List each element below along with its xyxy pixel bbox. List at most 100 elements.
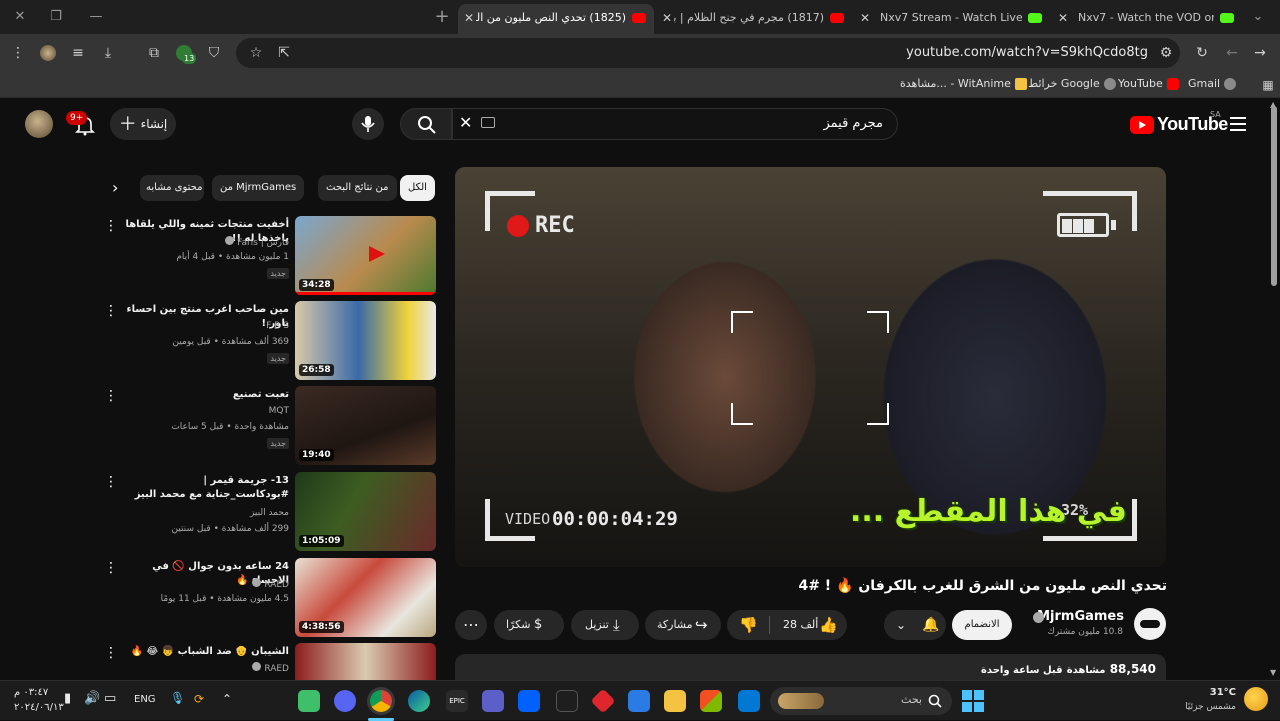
network-icon[interactable]: ▭ [104, 691, 116, 706]
weather-temp[interactable]: 31°C [1210, 687, 1236, 698]
discord-icon[interactable] [334, 690, 356, 712]
thumbs-up-icon[interactable]: 👍 [819, 610, 838, 640]
chip-similar[interactable]: محتوى مشابه [140, 175, 204, 201]
tab-active[interactable]: ✕ (1825) تحدي النص مليون من الشرق [458, 4, 654, 34]
epic-games-icon[interactable]: EPIC [446, 690, 468, 712]
tab-item[interactable]: ✕ Nxv7 - Watch the VOD on Kick [1052, 4, 1242, 34]
chips-next-chevron-icon[interactable]: › [112, 178, 118, 197]
url-text[interactable]: youtube.com/watch?v=S9khQcdo8tg [906, 45, 1148, 60]
app-icon[interactable] [482, 690, 504, 712]
forward-icon[interactable]: ← [1222, 43, 1242, 63]
chip-from-channel[interactable]: من MjrmGames [212, 175, 305, 201]
battery-icon[interactable]: ▮ [64, 691, 71, 706]
clear-search-icon[interactable]: ✕ [459, 113, 472, 132]
video-title[interactable]: 13- جريمة قيمر | #بودكاست_جناية مع محمد … [119, 474, 289, 502]
tab-close-icon[interactable]: ✕ [1058, 4, 1068, 32]
scroll-down-icon[interactable]: ▼ [1270, 668, 1276, 677]
file-explorer-icon[interactable] [664, 690, 686, 712]
back-icon[interactable]: → [1250, 43, 1270, 63]
video-thumbnail[interactable]: 34:28 [295, 216, 436, 295]
address-bar[interactable]: ☆ ⇱ youtube.com/watch?v=S9khQcdo8tg ⚙ [236, 38, 1180, 68]
app-icon[interactable] [298, 690, 320, 712]
chip-from-search[interactable]: من نتائج البحث [318, 175, 397, 201]
tab-close-icon[interactable]: ✕ [860, 4, 870, 32]
apps-grid-icon[interactable]: ▦ [1258, 75, 1278, 95]
more-actions-icon[interactable]: ⋯ [455, 610, 487, 640]
tab-item[interactable]: ✕ Nxv7 Stream - Watch Live on Kick [854, 4, 1050, 34]
more-actions-icon[interactable]: ⋮ [104, 474, 118, 490]
more-actions-icon[interactable]: ⋮ [104, 645, 118, 661]
tab-search-chevron-icon[interactable]: ⌄ [1246, 6, 1270, 28]
copilot-icon[interactable] [700, 690, 722, 712]
like-count[interactable]: 28 ألف [783, 610, 818, 640]
share-button[interactable]: مشاركة ↪ [645, 610, 721, 640]
extension-badge-icon[interactable]: 13 [174, 43, 197, 64]
game-launcher-icon[interactable] [590, 688, 616, 714]
clock-time[interactable]: ٠٣:٤٧ م [14, 687, 48, 698]
create-button[interactable]: ＋ إنشاء [110, 108, 176, 140]
channel-avatar[interactable] [1134, 608, 1166, 640]
microphone-icon[interactable]: 🎙 [170, 691, 185, 705]
reload-icon[interactable]: ↻ [1192, 43, 1212, 63]
new-tab-plus-icon[interactable]: + [430, 6, 454, 28]
extensions-icon[interactable]: ⧉ [144, 43, 164, 63]
search-input[interactable]: مجرم قيمز ✕ [452, 108, 898, 140]
chrome-icon[interactable] [370, 690, 392, 712]
download-icon[interactable]: ⤓ [98, 43, 118, 63]
show-hidden-icons-chevron-icon[interactable]: ⌃ [222, 692, 232, 706]
video-thumbnail[interactable] [295, 643, 436, 680]
thanks-button[interactable]: شكرًا $ [494, 610, 564, 640]
site-settings-icon[interactable]: ⚙ [1156, 43, 1176, 63]
more-actions-icon[interactable]: ⋮ [104, 560, 118, 576]
page-scrollbar[interactable]: ▲ ▼ [1268, 100, 1280, 680]
mail-icon[interactable] [628, 690, 650, 712]
chip-all[interactable]: الكل [400, 175, 435, 201]
language-indicator[interactable]: ENG [134, 694, 156, 705]
channel-name[interactable]: F R S [266, 321, 289, 331]
dropbox-icon[interactable] [518, 690, 540, 712]
video-channel[interactable]: RAED [252, 578, 289, 590]
video-title[interactable]: مين صاحب اغرب منتج بين احساء باور ! [119, 303, 290, 331]
shield-icon[interactable]: ⛉ [204, 43, 224, 63]
channel-name-main[interactable]: MjrmGames [1037, 609, 1124, 624]
video-thumbnail[interactable]: 1:05:09 [295, 472, 436, 551]
more-actions-icon[interactable]: ⋮ [104, 303, 118, 319]
bookmark-gmail[interactable]: Gmail [1188, 77, 1237, 90]
tab-close-icon[interactable]: ✕ [464, 4, 474, 32]
window-close-icon[interactable]: ✕ [8, 6, 32, 28]
thumbs-down-icon[interactable]: 👎 [739, 610, 758, 640]
video-player[interactable]: REC VIDEO 00:00:04:29 32% في هذا المقطع … [455, 167, 1166, 567]
tab-item[interactable]: ✕ (1817) مجرم في جنح الظلام | بودكاست [656, 4, 852, 34]
clock-date[interactable]: ٢٠٢٤/٠٦/١٣ [14, 702, 64, 713]
tab-close-icon[interactable]: ✕ [662, 4, 672, 32]
channel-name[interactable]: محمد البيز [250, 508, 289, 518]
keyboard-icon[interactable] [481, 117, 495, 128]
account-avatar[interactable] [25, 110, 53, 138]
profile-avatar-icon[interactable] [38, 43, 58, 63]
more-actions-icon[interactable]: ⋮ [104, 218, 118, 234]
video-channel[interactable]: RAED [252, 662, 289, 674]
search-button[interactable] [400, 108, 452, 140]
window-minimize-icon[interactable]: — [84, 6, 108, 28]
edge-icon[interactable] [408, 690, 430, 712]
weather-desc[interactable]: مشمس جزئيًا [1185, 702, 1236, 712]
video-title[interactable]: تعبت تصنيع [119, 388, 289, 402]
video-title[interactable]: الشيبان 👴 ضد الشباب 👦 😂 🔥 [119, 645, 289, 659]
download-button[interactable]: تنزيل ⤓ [571, 610, 639, 640]
subscribe-button[interactable]: الانضمام [952, 610, 1012, 640]
windows-store-icon[interactable] [738, 690, 760, 712]
video-channel[interactable]: فارس | Faris [225, 236, 289, 248]
share-page-icon[interactable]: ⇱ [274, 43, 294, 63]
voice-search-button[interactable] [352, 108, 384, 140]
channel-name[interactable]: MQT [269, 406, 289, 416]
video-thumbnail[interactable]: 19:40 [295, 386, 436, 465]
onedrive-sync-icon[interactable]: ⟳ [194, 692, 204, 706]
chrome-menu-icon[interactable]: ⋮ [8, 43, 28, 63]
youtube-logo[interactable]: YouTube SA [1130, 110, 1230, 137]
window-restore-icon[interactable]: ❐ [44, 6, 68, 28]
app-icon[interactable] [556, 690, 578, 712]
bookmark-star-icon[interactable]: ☆ [246, 43, 266, 63]
start-button[interactable] [962, 690, 984, 712]
bookmark-witanime[interactable]: مشاهدة... - WitAnime [900, 77, 1027, 90]
notification-bell-button[interactable]: 🔔 ⌄ [884, 610, 946, 640]
